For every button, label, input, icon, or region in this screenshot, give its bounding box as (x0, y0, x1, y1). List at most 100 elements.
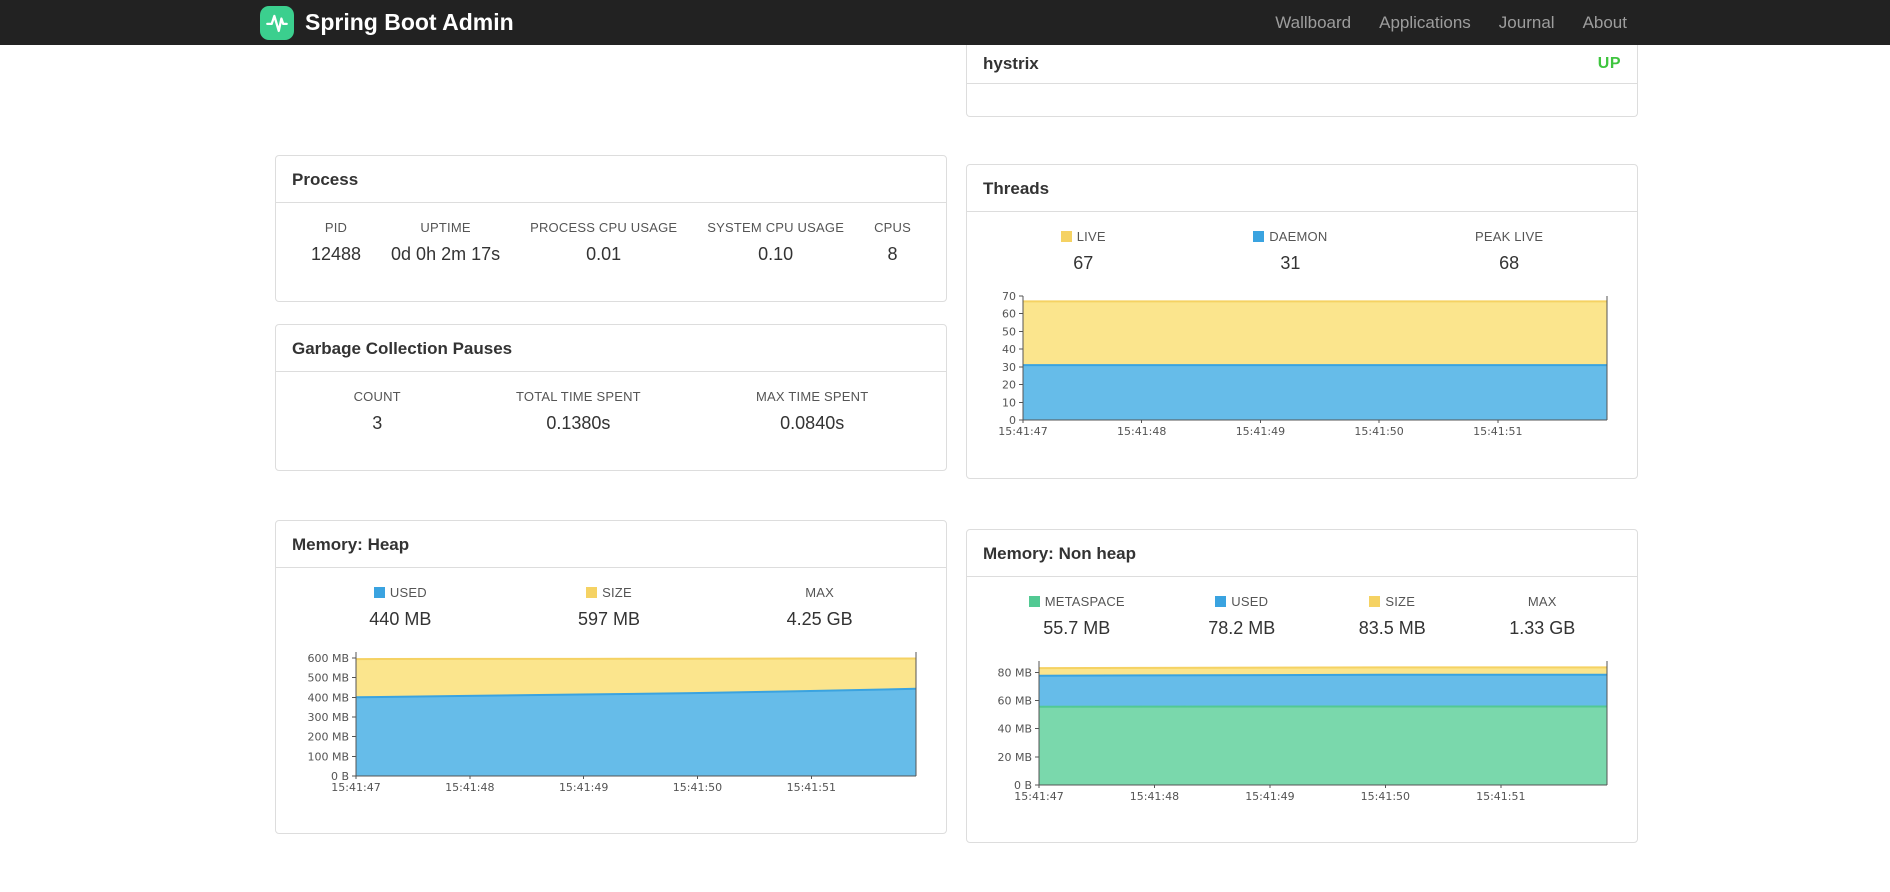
stat-value: 83.5 MB (1358, 618, 1426, 638)
stat-process-cpu-usage: PROCESS CPU USAGE 0.01 (530, 220, 677, 265)
gc-panel-title: Garbage Collection Pauses (276, 325, 946, 372)
size-series-swatch-icon (1369, 596, 1381, 607)
stat-heap-size: SIZE 597 MB (578, 585, 640, 630)
stat-label: SYSTEM CPU USAGE (707, 220, 845, 235)
stat-gc-total-time: TOTAL TIME SPENT 0.1380s (516, 389, 641, 434)
applications-panel-footer-space (967, 84, 1637, 116)
stat-nonheap-used: USED 78.2 MB (1208, 594, 1275, 639)
stat-value: 8 (887, 244, 898, 264)
stat-label-text: SIZE (1385, 594, 1416, 609)
stat-label: LIVE (1060, 229, 1106, 244)
nav-item-about[interactable]: About (1569, 0, 1641, 45)
stat-value: 0.1380s (546, 413, 611, 433)
memory-heap-panel: Memory: Heap USED 440 MB SIZE 597 MB MAX… (275, 520, 947, 834)
nav-item-journal[interactable]: Journal (1485, 0, 1569, 45)
navbar: Spring Boot Admin Wallboard Applications… (0, 0, 1890, 45)
stat-label: METASPACE (1028, 594, 1125, 609)
stat-nonheap-max: MAX 1.33 GB (1509, 594, 1575, 639)
svg-text:15:41:50: 15:41:50 (1354, 425, 1403, 438)
stat-label: PID (324, 220, 348, 235)
size-series-swatch-icon (586, 587, 598, 598)
stat-gc-count: COUNT 3 (354, 389, 401, 434)
live-series-swatch-icon (1060, 231, 1072, 242)
svg-text:40 MB: 40 MB (997, 723, 1032, 736)
stat-label: USED (1208, 594, 1275, 609)
daemon-series-swatch-icon (1253, 231, 1265, 242)
memory-heap-panel-title: Memory: Heap (276, 521, 946, 568)
stat-threads-live: LIVE 67 (1060, 229, 1106, 274)
main-content: Process PID 12488 UPTIME 0d 0h 2m 17s PR… (275, 45, 1638, 843)
stat-value: 12488 (310, 244, 362, 264)
svg-text:15:41:51: 15:41:51 (1476, 790, 1525, 803)
svg-text:15:41:51: 15:41:51 (787, 781, 836, 794)
applications-panel: hystrix UP (966, 45, 1638, 117)
svg-text:100 MB: 100 MB (307, 750, 349, 763)
stat-heap-max: MAX 4.25 GB (787, 585, 853, 630)
svg-text:15:41:48: 15:41:48 (445, 781, 494, 794)
stat-value: 440 MB (369, 609, 432, 629)
nav-links: Wallboard Applications Journal About (1261, 0, 1641, 45)
brand-title: Spring Boot Admin (305, 9, 514, 35)
stat-label: USED (369, 585, 431, 600)
nav-item-applications[interactable]: Applications (1365, 0, 1485, 45)
stat-nonheap-size: SIZE 83.5 MB (1359, 594, 1426, 639)
svg-text:200 MB: 200 MB (307, 731, 349, 744)
stat-value: 31 (1280, 253, 1301, 273)
stat-label: PEAK LIVE (1474, 229, 1544, 244)
svg-text:15:41:47: 15:41:47 (331, 781, 380, 794)
right-column: hystrix UP Threads LIVE 67 DAEMON 31 PEA… (966, 45, 1638, 843)
stat-value: 0.10 (758, 244, 794, 264)
stat-label: SIZE (1359, 594, 1426, 609)
application-name: hystrix (983, 54, 1039, 73)
gc-pauses-panel: Garbage Collection Pauses COUNT 3 TOTAL … (275, 324, 947, 471)
stat-label-text: USED (1231, 594, 1269, 609)
used-series-swatch-icon (373, 587, 385, 598)
memory-nonheap-chart: 0 B 20 MB 40 MB 60 MB 80 MB 15:41:47 15:41:48 1… (987, 655, 1617, 807)
process-stats: PID 12488 UPTIME 0d 0h 2m 17s PROCESS CP… (296, 220, 926, 265)
svg-text:20 MB: 20 MB (997, 751, 1032, 764)
stat-threads-daemon: DAEMON 31 (1253, 229, 1327, 274)
svg-text:400 MB: 400 MB (307, 691, 349, 704)
svg-text:30: 30 (1002, 361, 1016, 374)
svg-text:15:41:49: 15:41:49 (1236, 425, 1285, 438)
svg-text:300 MB: 300 MB (307, 711, 349, 724)
stat-label: CPUS (874, 220, 911, 235)
svg-text:70: 70 (1002, 290, 1016, 303)
stat-value: 1.33 GB (1509, 618, 1576, 638)
svg-text:15:41:49: 15:41:49 (1245, 790, 1294, 803)
brand-link[interactable]: Spring Boot Admin (260, 5, 514, 40)
stat-label: UPTIME (420, 220, 471, 235)
svg-text:15:41:49: 15:41:49 (559, 781, 608, 794)
svg-text:15:41:50: 15:41:50 (1361, 790, 1410, 803)
stat-pid: PID 12488 (311, 220, 361, 265)
stat-value: 78.2 MB (1208, 618, 1276, 638)
svg-text:15:41:47: 15:41:47 (998, 425, 1047, 438)
stat-gc-max-time: MAX TIME SPENT 0.0840s (756, 389, 868, 434)
left-column: Process PID 12488 UPTIME 0d 0h 2m 17s PR… (275, 45, 947, 834)
memory-nonheap-panel-title: Memory: Non heap (967, 530, 1637, 577)
memory-nonheap-panel: Memory: Non heap METASPACE 55.7 MB USED … (966, 529, 1638, 843)
svg-text:50: 50 (1002, 325, 1016, 338)
stat-heap-used: USED 440 MB (369, 585, 431, 630)
stat-label: SIZE (578, 585, 640, 600)
process-panel: Process PID 12488 UPTIME 0d 0h 2m 17s PR… (275, 155, 947, 302)
stat-value: 55.7 MB (1043, 618, 1111, 638)
svg-text:40: 40 (1002, 343, 1016, 356)
memory-heap-chart: 0 B 100 MB 200 MB 300 MB 400 MB 500 MB 600 MB 1… (296, 646, 926, 798)
threads-panel: Threads LIVE 67 DAEMON 31 PEAK LIVE 68 0… (966, 164, 1638, 479)
svg-text:15:41:50: 15:41:50 (673, 781, 722, 794)
stat-label-text: SIZE (602, 585, 632, 600)
application-row-hystrix[interactable]: hystrix UP (967, 45, 1637, 84)
nonheap-stats: METASPACE 55.7 MB USED 78.2 MB SIZE 83.5… (987, 594, 1617, 639)
gc-stats: COUNT 3 TOTAL TIME SPENT 0.1380s MAX TIM… (296, 389, 926, 434)
stat-uptime: UPTIME 0d 0h 2m 17s (391, 220, 500, 265)
nav-item-wallboard[interactable]: Wallboard (1261, 0, 1365, 45)
svg-text:60 MB: 60 MB (997, 694, 1032, 707)
stat-value: 4.25 GB (786, 609, 853, 629)
stat-label: MAX (1527, 594, 1557, 609)
metaspace-series-swatch-icon (1028, 596, 1040, 607)
stat-value: 68 (1499, 253, 1520, 273)
svg-text:80 MB: 80 MB (997, 666, 1032, 679)
threads-panel-title: Threads (967, 165, 1637, 212)
threads-stats: LIVE 67 DAEMON 31 PEAK LIVE 68 (987, 229, 1617, 274)
